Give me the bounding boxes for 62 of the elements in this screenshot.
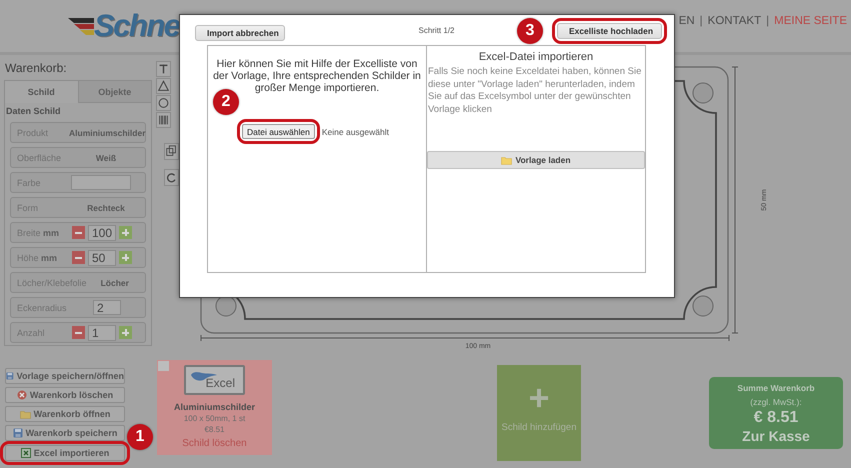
mounting-hole [692, 82, 714, 104]
help-text: Falls Sie noch keine Exceldatei haben, können Sie diese unter "Vorlage laden" herunterladen, indem Sie auf das Excelsymbol unter der gewünschten Vorlage klicken [427, 66, 642, 116]
delete-icon [16, 390, 27, 400]
spreadsheet-icon [20, 448, 31, 458]
item-price: €8.51 [204, 425, 225, 434]
circle-icon[interactable] [156, 95, 171, 111]
decrease-button[interactable] [72, 326, 85, 339]
section-heading: Daten Schild [6, 106, 62, 116]
delete-link[interactable]: Schild löschen [182, 438, 247, 449]
tab[interactable]: Objekte [78, 81, 151, 103]
copy-icon[interactable] [164, 143, 179, 160]
folder-icon [20, 410, 31, 418]
text-tool-icon[interactable] [156, 61, 171, 77]
panel-title: Excel-Datei importieren [478, 51, 594, 63]
number-field[interactable]: 1 [88, 324, 116, 340]
choose-file-button[interactable]: Datei auswählen [242, 124, 315, 139]
thumbnail-text: Excel [206, 376, 235, 390]
nav-link[interactable]: KONTAKT [708, 15, 762, 27]
item-details: 100 x 50mm, 1 st [184, 414, 246, 423]
action-button[interactable]: Warenkorb speichern [5, 425, 125, 441]
nav-separator: | [700, 15, 703, 27]
text-field[interactable] [71, 175, 131, 190]
cart-title: Warenkorb: [5, 61, 68, 75]
corner-square [158, 361, 169, 371]
nav-separator: | [766, 15, 770, 27]
file-status: Keine ausgewählt [322, 126, 389, 136]
callout-badge: 2 [213, 89, 239, 115]
nav-link[interactable]: EN [678, 15, 695, 27]
decrease-button[interactable] [72, 251, 85, 264]
triangle-icon[interactable] [156, 78, 171, 94]
load-template-button[interactable]: Vorlage laden [427, 151, 645, 169]
upload-button[interactable]: Excelliste hochladen [556, 22, 662, 38]
number-field[interactable]: 50 [88, 250, 116, 266]
flag-stripes-icon [68, 15, 94, 37]
add-sign-button[interactable]: + Schild hinzufügen [497, 365, 581, 461]
nav-link[interactable]: MEINE SEITE [774, 15, 847, 27]
action-button[interactable]: Warenkorb löschen [5, 387, 125, 403]
increase-button[interactable] [119, 226, 132, 239]
rotate-icon[interactable] [164, 169, 179, 186]
logo-text[interactable]: Schne [94, 8, 180, 44]
property-value: Aluminiumschilder [69, 128, 147, 138]
step-indicator: Schritt 1/2 [418, 26, 454, 35]
number-field[interactable]: 100 [88, 224, 116, 240]
property-value: Weiß [94, 152, 118, 162]
checkout-button[interactable]: Summe Warenkorb (zzgl. MwSt.): € 8.51 Zur Kasse [709, 377, 843, 449]
mounting-hole [216, 296, 236, 316]
callout-badge: 3 [516, 18, 543, 44]
decrease-button[interactable] [72, 226, 85, 239]
folder-icon [501, 156, 512, 164]
increase-button[interactable] [119, 251, 132, 264]
mounting-hole [692, 296, 714, 316]
cancel-import-button[interactable]: Import abbrechen [195, 25, 285, 41]
action-button[interactable]: Warenkorb öffnen [5, 406, 125, 422]
property-value: Rechteck [86, 202, 126, 212]
product-name: Aluminiumschilder [174, 402, 255, 412]
action-button[interactable]: Vorlage speichern/öffnen [5, 368, 125, 384]
property-value: Löcher [100, 278, 130, 288]
text-field[interactable]: 2 [93, 300, 121, 315]
barcode-icon[interactable] [156, 112, 171, 128]
action-button[interactable]: Excel importieren [5, 445, 125, 461]
increase-button[interactable] [119, 326, 132, 339]
callout-badge: 1 [127, 424, 153, 450]
